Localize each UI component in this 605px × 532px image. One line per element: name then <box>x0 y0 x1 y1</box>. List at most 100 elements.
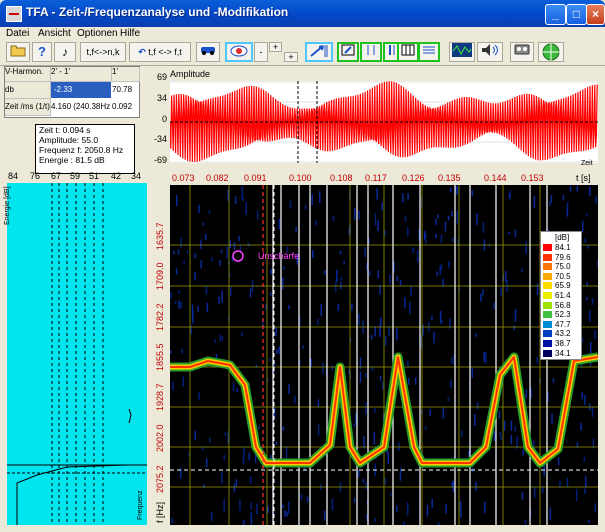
toolbar: ? ♪ t,f<->n,k ↶ t,f <-> f,t - + + <box>0 41 605 66</box>
energy-axis: 84 76 67 59 51 42 34 <box>7 170 147 183</box>
legend-value: 75.0 <box>555 262 571 272</box>
back-arrow-icon: ↶ <box>138 47 146 57</box>
cursor-marker-icon[interactable] <box>305 42 333 62</box>
amplitude-waveform[interactable] <box>170 81 598 163</box>
legend-swatch <box>543 311 552 319</box>
grid-row-label-db: db <box>5 82 51 99</box>
speaker-icon[interactable] <box>477 42 503 62</box>
energy-panel[interactable] <box>7 183 147 525</box>
energy-xtick-0: 84 <box>8 171 19 181</box>
xtick-3: 0.100 <box>289 173 312 183</box>
menu-optionen[interactable]: Optionen <box>77 28 118 39</box>
legend-value: 84.1 <box>555 243 571 252</box>
title-bar: TFA - Zeit-/Frequenzanalyse und -Modifik… <box>0 0 605 27</box>
eye-zoom-icon[interactable] <box>225 42 253 62</box>
ytick-1: 1709.0 <box>155 262 165 290</box>
spectrogram[interactable] <box>170 185 598 525</box>
legend-value: 65.9 <box>555 281 571 291</box>
legend-swatch <box>543 272 552 280</box>
legend-value: 38.7 <box>555 339 571 348</box>
menu-hilfe[interactable]: Hilfe <box>120 28 140 39</box>
legend-value: 79.6 <box>555 252 571 262</box>
menu-datei[interactable]: Datei <box>6 28 29 39</box>
legend-entry: 34.1 <box>543 349 581 358</box>
open-folder-icon[interactable] <box>6 42 30 62</box>
select-arrow-icon[interactable] <box>337 42 359 62</box>
close-button[interactable]: × <box>586 4 605 25</box>
waveform-trace <box>170 81 598 163</box>
tf-ft-button[interactable]: ↶ t,f <-> f,t <box>129 42 191 62</box>
maximize-button[interactable]: □ <box>566 4 587 25</box>
grid-header-2: 2' - 1' <box>51 67 112 82</box>
legend-swatch <box>543 340 552 347</box>
grid-icon[interactable] <box>397 42 419 62</box>
amp-ytick-1: 34 <box>156 93 167 103</box>
horizontal-lines-icon[interactable] <box>418 42 440 62</box>
xtick-7: 0.135 <box>438 173 461 183</box>
help-icon[interactable]: ? <box>32 42 52 62</box>
grid-header-3: 1' <box>112 67 140 82</box>
legend-entry: 65.9 <box>543 281 581 290</box>
legend-value: 43.2 <box>555 329 571 339</box>
xtick-0: 0.073 <box>172 173 195 183</box>
legend-entry: 61.4 <box>543 291 581 300</box>
legend-swatch <box>543 282 552 290</box>
legend-swatch <box>543 301 552 309</box>
ytick-6: 2075.2 <box>155 465 165 493</box>
info-energy: Energie : 81.5 dB <box>39 155 105 165</box>
note-icon[interactable]: ♪ <box>54 42 76 62</box>
legend-entry: 75.0 <box>543 262 581 271</box>
grid-header-1: V-Harmon. <box>5 67 51 82</box>
zoom-plus-2-button[interactable]: + <box>284 52 298 62</box>
minimize-button[interactable]: _ <box>545 4 566 25</box>
frequency-label: Frequenz <box>137 490 144 520</box>
info-frequency: Frequenz f: 2050.8 Hz <box>39 145 124 155</box>
legend-value: 61.4 <box>555 291 571 300</box>
energy-xtick-2: 67 <box>51 171 62 181</box>
ytick-2: 1782.2 <box>155 303 165 331</box>
legend-swatch <box>543 292 552 299</box>
zoom-plus-button[interactable]: + <box>269 42 282 52</box>
energy-xtick-5: 42 <box>111 171 122 181</box>
grid-cell-zeit-val[interactable]: 0.092 <box>112 99 139 115</box>
energy-ylabel: Energie [dB] <box>4 186 11 225</box>
amp-ytick-4: -69 <box>153 155 167 165</box>
xunit: t [s] <box>576 173 591 183</box>
amp-ytick-2: 0 <box>161 114 167 124</box>
legend-entry: 84.1 <box>543 243 581 252</box>
yunit: f [Hz] <box>155 501 165 523</box>
grid-row-label-zeit: Zeit /ms (1/t) <box>5 99 51 116</box>
ytick-5: 2002.0 <box>155 424 165 452</box>
legend-entry: 70.5 <box>543 272 581 281</box>
vertical-lines-icon[interactable] <box>360 42 382 62</box>
car-icon[interactable] <box>196 42 220 62</box>
menu-ansicht[interactable]: Ansicht <box>38 28 71 39</box>
cassette-icon[interactable] <box>510 42 534 62</box>
ytick-3: 1855.5 <box>155 343 165 371</box>
legend-swatch <box>543 320 552 328</box>
amp-ytick-0: 69 <box>156 72 167 82</box>
xtick-4: 0.108 <box>330 173 353 183</box>
legend-value: 47.7 <box>555 319 571 329</box>
legend-swatch <box>543 349 552 357</box>
tf-ft-label: t,f <-> f,t <box>148 47 182 57</box>
legend-value: 56.8 <box>555 300 571 310</box>
legend-value: 52.3 <box>555 310 571 320</box>
legend-entry: 43.2 <box>543 329 581 338</box>
waveform-icon[interactable] <box>449 42 475 62</box>
energy-xtick-1: 76 <box>30 171 41 181</box>
globe-target-icon[interactable] <box>538 42 564 62</box>
legend-value: 70.5 <box>555 271 571 281</box>
legend-swatch <box>543 263 552 271</box>
grid-cell-zeit-diff[interactable]: 4.160 (240.38Hz <box>51 99 111 115</box>
xtick-1: 0.082 <box>206 173 229 183</box>
amp-xlabel: Zeit <box>581 160 593 167</box>
legend-unit: [dB] <box>555 233 570 242</box>
grid-cell-db-diff[interactable]: -2.33 <box>51 82 111 98</box>
zoom-minus-button[interactable]: - <box>254 42 268 62</box>
legend-entry: 56.8 <box>543 301 581 310</box>
tf-nk-button[interactable]: t,f<->n,k <box>80 42 126 62</box>
energy-xtick-6: 34 <box>131 171 142 181</box>
grid-cell-db-val[interactable]: 70.78 <box>112 82 139 98</box>
amplitude-title: Amplitude <box>170 69 211 79</box>
